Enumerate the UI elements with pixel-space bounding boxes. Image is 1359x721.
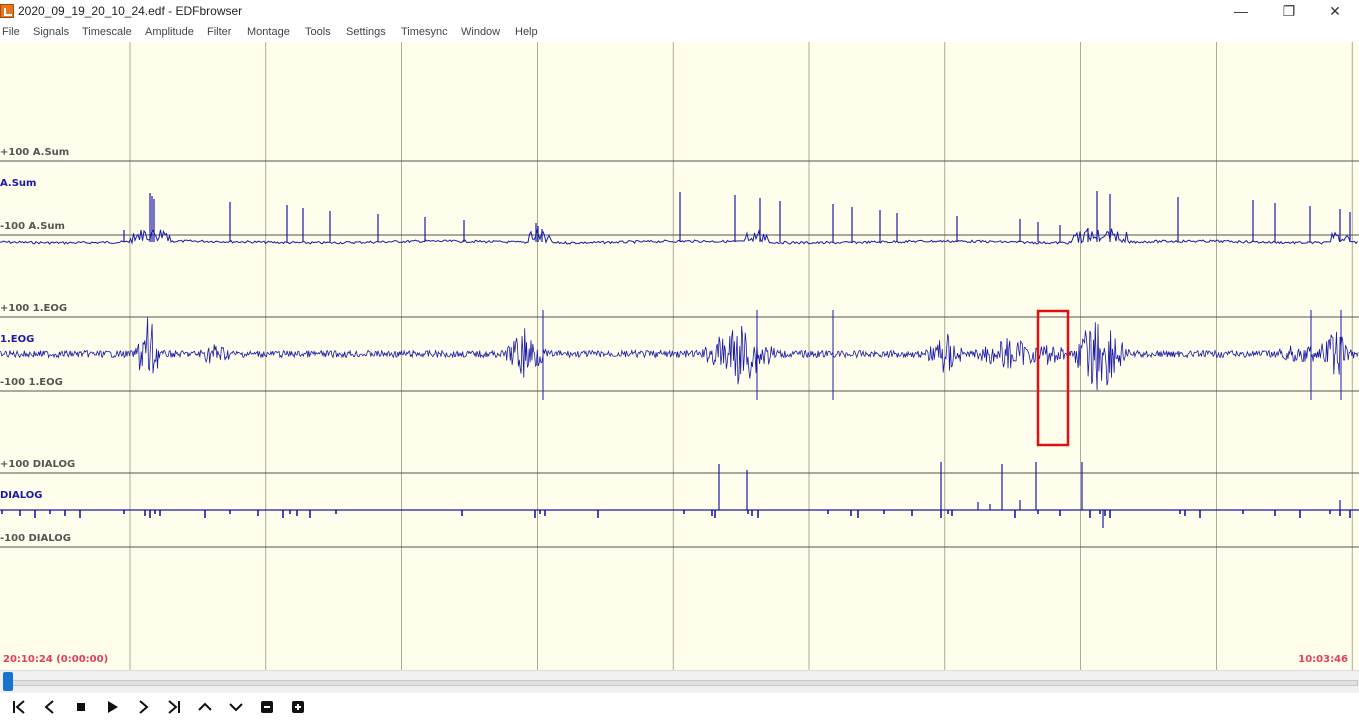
- last-page-button[interactable]: [162, 697, 186, 717]
- stop-icon: [77, 703, 85, 711]
- signal-upper-label-eog: +100 1.EOG: [0, 303, 68, 314]
- chevron-right-icon: [139, 700, 149, 714]
- title-bar: 2020_09_19_20_10_24.edf - EDFbrowser — ❐…: [0, 0, 1359, 24]
- menu-timesync[interactable]: Timesync: [401, 26, 448, 38]
- menu-file[interactable]: File: [2, 26, 20, 38]
- skip-to-start-icon: [13, 700, 25, 714]
- signal-lower-label-asum: -100 A.Sum: [0, 221, 65, 232]
- signal-upper-label-asum: +100 A.Sum: [0, 147, 70, 158]
- plus-box-icon: [292, 701, 304, 713]
- previous-button[interactable]: [38, 697, 62, 717]
- chevron-left-icon: [44, 700, 54, 714]
- scroll-down-button[interactable]: [224, 697, 248, 717]
- menu-bar: File Signals Timescale Amplitude Filter …: [0, 24, 1359, 42]
- signal-lower-label-dialog: -100 DIALOG: [0, 533, 71, 544]
- menu-montage[interactable]: Montage: [247, 26, 290, 38]
- signal-name-eog[interactable]: 1.EOG: [0, 334, 34, 345]
- next-button[interactable]: [131, 697, 155, 717]
- menu-help[interactable]: Help: [515, 26, 538, 38]
- minus-box-icon: [261, 701, 273, 713]
- play-icon: [108, 701, 118, 713]
- scroll-up-button[interactable]: [193, 697, 217, 717]
- skip-to-end-icon: [168, 700, 180, 714]
- signal-upper-label-dialog: +100 DIALOG: [0, 459, 76, 470]
- scroll-handle[interactable]: [3, 672, 13, 691]
- menu-filter[interactable]: Filter: [207, 26, 231, 38]
- maximize-button[interactable]: ❐: [1266, 0, 1312, 24]
- start-time-label: 20:10:24 (0:00:00): [3, 654, 109, 665]
- menu-tools[interactable]: Tools: [305, 26, 331, 38]
- asum-trace: [0, 228, 1358, 245]
- scroll-track[interactable]: [6, 680, 1358, 686]
- zoom-out-button[interactable]: [255, 697, 279, 717]
- signal-name-asum[interactable]: A.Sum: [0, 178, 36, 189]
- menu-signals[interactable]: Signals: [33, 26, 69, 38]
- end-time-label: 10:03:46: [1298, 654, 1348, 665]
- signal-canvas[interactable]: +100 A.Sum A.Sum -100 A.Sum +100 1.EOG 1…: [0, 42, 1359, 670]
- menu-window[interactable]: Window: [461, 26, 500, 38]
- signal-name-dialog[interactable]: DIALOG: [0, 490, 43, 501]
- signal-lower-label-eog: -100 1.EOG: [0, 377, 63, 388]
- minimize-button[interactable]: —: [1218, 0, 1264, 24]
- chevron-down-icon: [229, 703, 243, 712]
- eog-trace: [0, 317, 1359, 391]
- horizontal-scrollbar[interactable]: [0, 670, 1359, 693]
- menu-timescale[interactable]: Timescale: [82, 26, 132, 38]
- playback-toolbar: [0, 693, 1359, 721]
- stop-button[interactable]: [69, 697, 93, 717]
- chevron-up-icon: [198, 702, 212, 711]
- selection-rectangle: [1036, 309, 1070, 447]
- zoom-in-button[interactable]: [286, 697, 310, 717]
- menu-settings[interactable]: Settings: [346, 26, 386, 38]
- first-page-button[interactable]: [7, 697, 31, 717]
- app-icon: [0, 4, 14, 18]
- play-button[interactable]: [100, 697, 124, 717]
- menu-amplitude[interactable]: Amplitude: [145, 26, 194, 38]
- signal-plot[interactable]: [0, 42, 1359, 670]
- close-button[interactable]: ✕: [1312, 0, 1358, 24]
- window-title: 2020_09_19_20_10_24.edf - EDFbrowser: [18, 4, 243, 18]
